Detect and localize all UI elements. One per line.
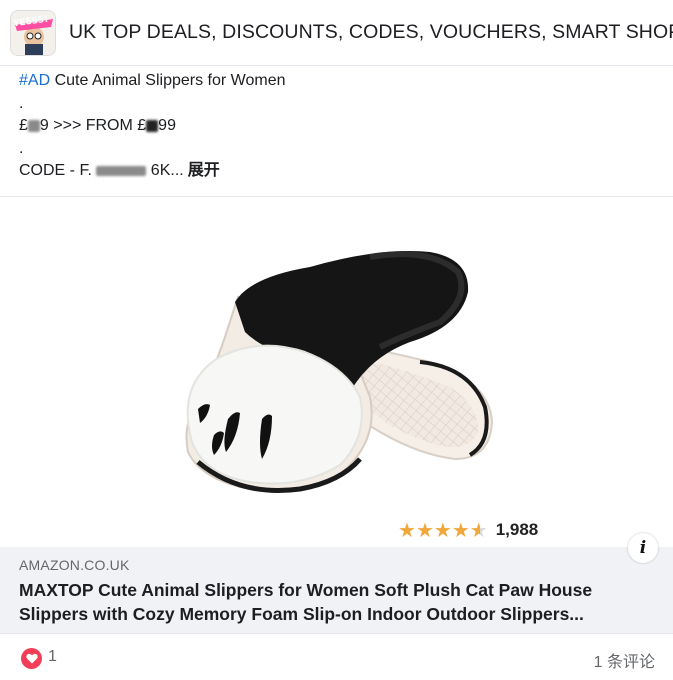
price-line: £9 >>> FROM £ 99 xyxy=(19,115,659,138)
star-icon: ★ xyxy=(398,518,416,542)
code-end: 6K... xyxy=(150,162,184,179)
see-more-button[interactable]: 展开 xyxy=(188,162,220,179)
star-icon: ★ xyxy=(451,518,470,542)
price-end: 99 xyxy=(158,117,176,134)
post-footer: 1 1 条评论 xyxy=(0,633,673,680)
heart-icon xyxy=(25,653,38,664)
love-reaction-icon[interactable] xyxy=(21,648,42,669)
reaction-count[interactable]: 1 xyxy=(48,648,57,666)
star-rating: ★ ★ ★ ★ ★ xyxy=(398,520,488,540)
link-title[interactable]: MAXTOP Cute Animal Slippers for Women So… xyxy=(19,578,659,626)
redacted-price xyxy=(27,119,40,132)
link-domain[interactable]: AMAZON.CO.UK xyxy=(19,557,130,573)
dot-line: . xyxy=(19,139,24,157)
star-icon: ★ xyxy=(415,518,434,542)
dot-line: . xyxy=(19,94,24,112)
code-prefix: CODE - F. xyxy=(19,162,92,179)
post-headline: Cute Animal Slippers for Women xyxy=(54,72,286,89)
comment-count[interactable]: 1 条评论 xyxy=(594,648,655,672)
price-text: 9 >>> FROM £ xyxy=(39,117,147,134)
product-image[interactable] xyxy=(0,197,673,547)
redacted-code xyxy=(96,165,147,176)
post-text: #AD Cute Animal Slippers for Women . £9 … xyxy=(19,70,659,183)
group-header[interactable]: YESSS! UK TOP DEALS, DISCOUNTS, CODES, V… xyxy=(0,0,673,66)
info-icon[interactable]: i xyxy=(628,533,658,563)
slipper-illustration xyxy=(185,251,494,493)
product-rating: ★ ★ ★ ★ ★ 1,988 xyxy=(398,520,538,540)
star-icon: ★ xyxy=(433,518,452,542)
half-star-icon: ★ xyxy=(469,518,488,542)
rating-count: 1,988 xyxy=(495,520,539,539)
group-avatar[interactable]: YESSS! xyxy=(10,9,56,56)
code-line: CODE - F. 6K... 展开 xyxy=(19,160,659,183)
price-currency: £ xyxy=(19,117,28,134)
hashtag-link[interactable]: #AD xyxy=(19,72,50,89)
post-headline-line: #AD Cute Animal Slippers for Women xyxy=(19,70,659,93)
redacted-price xyxy=(146,119,159,132)
group-title[interactable]: UK TOP DEALS, DISCOUNTS, CODES, VOUCHERS… xyxy=(69,21,673,44)
